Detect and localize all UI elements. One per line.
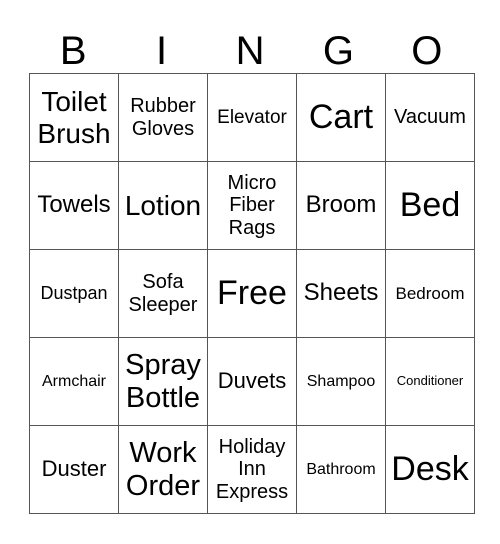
bingo-cell[interactable]: Desk	[385, 425, 475, 514]
bingo-cell[interactable]: Broom	[296, 161, 386, 250]
header-letter-b: B	[59, 29, 87, 73]
bingo-cell[interactable]: Sheets	[296, 249, 386, 338]
bingo-cell[interactable]: Spray Bottle	[118, 337, 208, 426]
bingo-row: Toilet Brush Rubber Gloves Elevator Cart Vac…	[29, 73, 475, 162]
bingo-cell[interactable]: Dustpan	[29, 249, 119, 338]
bingo-cell[interactable]: Towels	[29, 161, 119, 250]
header-letter-n: N	[235, 29, 265, 73]
bingo-row: Duster Work Order Holiday Inn Express Bathr…	[29, 425, 475, 514]
bingo-cell[interactable]: Holiday Inn Express	[207, 425, 297, 514]
bingo-cell[interactable]: Rubber Gloves	[118, 73, 208, 162]
bingo-row: Towels Lotion Micro Fiber Rags Broom Bed	[29, 161, 475, 250]
bingo-cell[interactable]: Bed	[385, 161, 475, 250]
bingo-cell[interactable]: Conditioner	[385, 337, 475, 426]
bingo-cell[interactable]: Micro Fiber Rags	[207, 161, 297, 250]
bingo-cell[interactable]: Armchair	[29, 337, 119, 426]
bingo-cell[interactable]: Lotion	[118, 161, 208, 250]
bingo-row: Dustpan Sofa Sleeper Free Sheets Bedroom	[29, 249, 475, 338]
bingo-cell[interactable]: Bedroom	[385, 249, 475, 338]
bingo-cell[interactable]: Shampoo	[296, 337, 386, 426]
bingo-cell[interactable]: Sofa Sleeper	[118, 249, 208, 338]
bingo-cell[interactable]: Elevator	[207, 73, 297, 162]
bingo-cell[interactable]: Work Order	[118, 425, 208, 514]
bingo-cell[interactable]: Bathroom	[296, 425, 386, 514]
bingo-cell[interactable]: Duster	[29, 425, 119, 514]
bingo-cell[interactable]: Vacuum	[385, 73, 475, 162]
bingo-header: B I N G O	[29, 28, 471, 74]
bingo-row: Armchair Spray Bottle Duvets Shampoo Conditi…	[29, 337, 475, 426]
bingo-cell[interactable]: Duvets	[207, 337, 297, 426]
header-letter-o: O	[411, 29, 443, 73]
bingo-card-grid: Toilet Brush Rubber Gloves Elevator Cart Vac…	[29, 73, 475, 514]
header-letter-g: G	[322, 29, 354, 73]
bingo-cell[interactable]: Toilet Brush	[29, 73, 119, 162]
header-letter-i: I	[156, 29, 168, 73]
bingo-cell[interactable]: Free	[207, 249, 297, 338]
bingo-cell[interactable]: Cart	[296, 73, 386, 162]
